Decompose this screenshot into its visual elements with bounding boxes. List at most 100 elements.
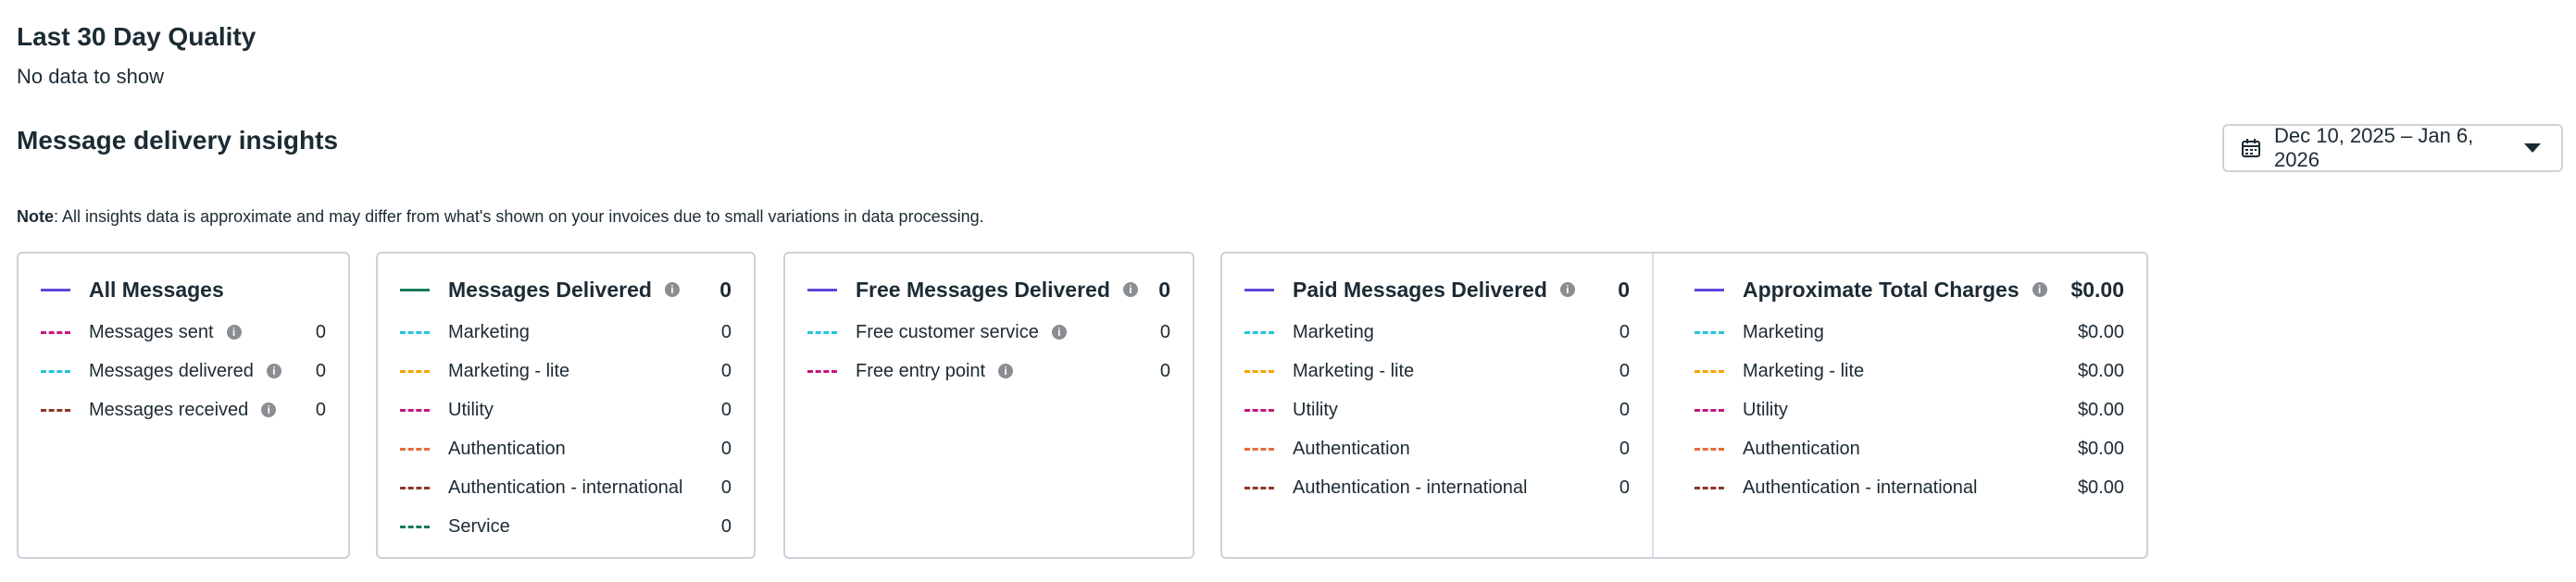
card-title: Free Messages Delivered	[856, 277, 1110, 302]
card-header: Paid Messages Delivered i 0	[1244, 270, 1630, 309]
quality-empty-text: No data to show	[17, 65, 164, 88]
row-label: Authentication	[1293, 438, 1410, 459]
row-value: $0.00	[2077, 438, 2124, 459]
row-value: 0	[720, 360, 732, 381]
legend-swatch	[1244, 369, 1274, 373]
info-icon[interactable]: i	[1559, 282, 1575, 297]
info-icon[interactable]: i	[266, 364, 281, 378]
legend-swatch	[400, 486, 430, 489]
card-total: $0.00	[2070, 277, 2124, 302]
legend-swatch	[41, 369, 70, 373]
row-value: 0	[1619, 360, 1630, 381]
info-icon[interactable]: i	[1122, 282, 1138, 297]
list-item: Marketing $0.00	[1694, 313, 2124, 352]
row-label: Marketing	[1743, 321, 1824, 342]
list-item: Authentication - international 0	[1244, 468, 1630, 507]
legend-swatch	[400, 288, 430, 291]
info-icon[interactable]: i	[1051, 325, 1067, 340]
row-label: Free customer service	[856, 321, 1039, 342]
legend-swatch	[1694, 330, 1724, 334]
legend-swatch	[400, 369, 430, 373]
list-item: Free entry point i 0	[807, 352, 1170, 390]
row-value: $0.00	[2077, 321, 2124, 342]
list-item: Marketing 0	[400, 313, 732, 352]
legend-swatch	[1244, 486, 1274, 489]
list-item: Authentication 0	[400, 429, 732, 468]
row-value: 0	[720, 477, 732, 498]
row-label: Utility	[448, 399, 494, 420]
card-header: Approximate Total Charges i $0.00	[1694, 270, 2124, 309]
insights-title: Message delivery insights	[17, 126, 339, 155]
card-header: Messages Delivered i 0	[400, 270, 732, 309]
row-label: Marketing - lite	[1743, 360, 1865, 381]
legend-swatch	[1244, 447, 1274, 451]
legend-swatch	[41, 288, 70, 291]
card-title: Messages Delivered	[448, 277, 652, 302]
card-header: Free Messages Delivered i 0	[807, 270, 1170, 309]
card-all-messages: All Messages Messages sent i 0 Messages …	[17, 252, 350, 559]
row-label: Marketing - lite	[448, 360, 570, 381]
date-range-label: Dec 10, 2025 – Jan 6, 2026	[2274, 124, 2474, 171]
row-value: 0	[1619, 321, 1630, 342]
chevron-down-icon	[2524, 143, 2541, 153]
list-item: Messages received i 0	[41, 390, 326, 429]
list-item: Utility $0.00	[1694, 390, 2124, 429]
insights-note: Note: All insights data is approximate a…	[17, 207, 984, 227]
list-item: Free customer service i 0	[807, 313, 1170, 352]
card-title: All Messages	[89, 277, 224, 302]
row-label: Authentication - international	[1293, 477, 1528, 498]
row-label: Messages delivered	[89, 360, 254, 381]
info-icon[interactable]: i	[226, 325, 242, 340]
info-icon[interactable]: i	[664, 282, 680, 297]
list-item: Utility 0	[1244, 390, 1630, 429]
row-value: 0	[720, 321, 732, 342]
list-item: Messages delivered i 0	[41, 352, 326, 390]
card-total: 0	[1158, 277, 1170, 302]
legend-swatch	[400, 447, 430, 451]
card-title: Approximate Total Charges	[1743, 277, 2020, 302]
card-header: All Messages	[41, 270, 326, 309]
info-icon[interactable]: i	[2032, 282, 2047, 297]
list-item: Utility 0	[400, 390, 732, 429]
row-label: Marketing	[448, 321, 530, 342]
card-paid-and-charges: Paid Messages Delivered i 0 Marketing 0 …	[1220, 252, 2148, 559]
card-title: Paid Messages Delivered	[1293, 277, 1547, 302]
row-value: 0	[315, 321, 326, 342]
row-label: Service	[448, 515, 510, 537]
list-item: Marketing - lite 0	[1244, 352, 1630, 390]
row-value: 0	[315, 399, 326, 420]
info-icon[interactable]: i	[261, 402, 277, 417]
legend-swatch	[1694, 486, 1724, 489]
row-label: Utility	[1293, 399, 1338, 420]
row-label: Utility	[1743, 399, 1788, 420]
row-value: $0.00	[2077, 360, 2124, 381]
row-label: Authentication	[1743, 438, 1860, 459]
row-value: 0	[1619, 438, 1630, 459]
legend-swatch	[807, 288, 837, 291]
row-value: 0	[1159, 360, 1170, 381]
legend-swatch	[1694, 447, 1724, 451]
row-label: Authentication - international	[1743, 477, 1978, 498]
row-value: 0	[720, 438, 732, 459]
legend-swatch	[1694, 288, 1724, 291]
row-value: 0	[1159, 321, 1170, 342]
legend-swatch	[400, 408, 430, 412]
divider	[1652, 254, 1654, 557]
row-value: 0	[315, 360, 326, 381]
calendar-icon	[2242, 139, 2260, 157]
row-label: Messages sent	[89, 321, 214, 342]
list-item: Messages sent i 0	[41, 313, 326, 352]
row-value: 0	[720, 399, 732, 420]
card-messages-delivered: Messages Delivered i 0 Marketing 0 Marke…	[376, 252, 756, 559]
row-value: 0	[1619, 477, 1630, 498]
row-value: $0.00	[2077, 399, 2124, 420]
note-text: : All insights data is approximate and m…	[54, 207, 984, 226]
list-item: Authentication 0	[1244, 429, 1630, 468]
row-value: $0.00	[2077, 477, 2124, 498]
legend-swatch	[41, 408, 70, 412]
date-range-picker[interactable]: Dec 10, 2025 – Jan 6, 2026	[2222, 124, 2563, 172]
legend-swatch	[807, 369, 837, 373]
legend-swatch	[400, 525, 430, 528]
info-icon[interactable]: i	[998, 364, 1014, 378]
row-label: Marketing	[1293, 321, 1374, 342]
